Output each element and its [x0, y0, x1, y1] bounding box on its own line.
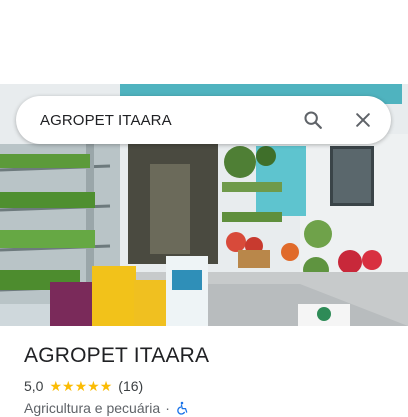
category-row: Agricultura e pecuária ·	[24, 399, 408, 417]
star-icon: ★	[74, 378, 88, 394]
star-icon: ★	[99, 378, 113, 394]
search-query-text[interactable]: AGROPET ITAARA	[16, 112, 301, 129]
rating-value: 5,0	[24, 378, 44, 394]
search-bar[interactable]: AGROPET ITAARA	[16, 96, 391, 144]
star-icon: ★	[49, 378, 63, 394]
top-blank-area	[0, 0, 408, 84]
star-icon: ★	[62, 378, 75, 394]
wheelchair-accessible-icon	[175, 401, 189, 415]
place-category: Agricultura e pecuária	[24, 400, 161, 416]
separator-dot: ·	[165, 400, 170, 416]
search-icon[interactable]	[301, 108, 325, 132]
rating-row[interactable]: 5,0 ★ ★ ★ ★ ★ (16)	[24, 377, 408, 395]
star-icon: ★	[87, 378, 100, 394]
review-count[interactable]: (16)	[118, 378, 143, 394]
rating-stars: ★ ★ ★ ★ ★	[49, 379, 112, 393]
place-info-panel: AGROPET ITAARA 5,0 ★ ★ ★ ★ ★ (16) Agricu…	[0, 326, 408, 416]
place-name[interactable]: AGROPET ITAARA	[24, 343, 408, 369]
close-icon[interactable]	[351, 108, 375, 132]
